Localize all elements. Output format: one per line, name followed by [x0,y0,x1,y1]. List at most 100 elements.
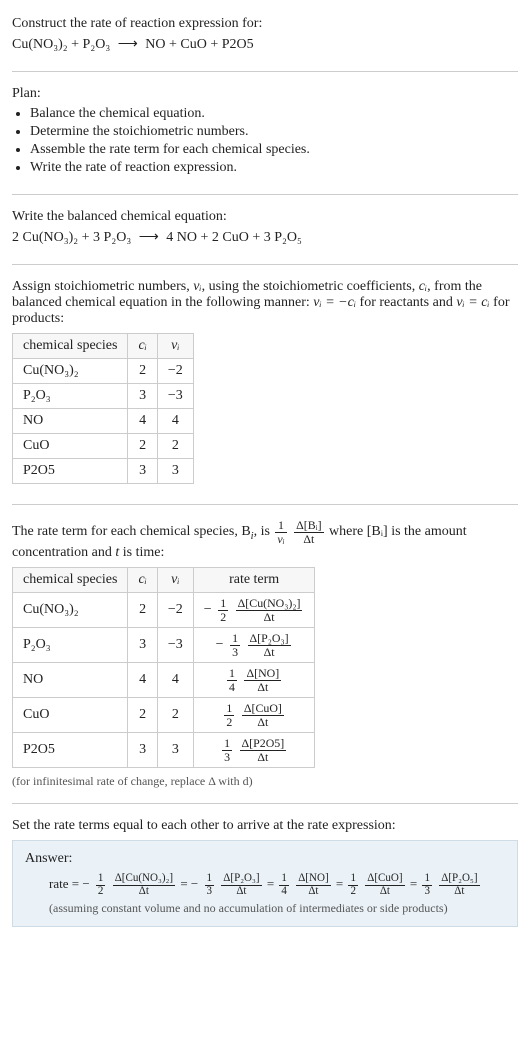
balanced-section: Write the balanced chemical equation: 2 … [12,201,518,258]
cell-c: 3 [128,459,157,484]
col-header: νᵢ [157,334,193,359]
prompt-lhs: Cu(NO₃)₂ + P₂O₃ [12,37,110,52]
table-row: P2O5 3 3 [13,459,194,484]
table-row: NO 4 4 14 Δ[NO]Δt [13,663,315,698]
frac-num: 1 [348,873,358,886]
balanced-equation: 2 Cu(NO₃)₂ + 3 P₂O₃ ⟶ 4 NO + 2 CuO + 3 P… [12,229,518,246]
table-header-row: chemical species cᵢ νᵢ rate term [13,568,315,593]
plan-item: Write the rate of reaction expression. [30,160,518,176]
frac-num: 1 [230,632,240,646]
frac-num: Δ[NO] [296,873,330,886]
cell-nu: 3 [157,733,193,768]
cell-rate: 14 Δ[NO]Δt [193,663,315,698]
cell-rate: 12 Δ[CuO]Δt [193,698,315,733]
cell-nu: 2 [157,698,193,733]
fraction: 14 [279,873,289,897]
frac-num: 1 [224,702,234,716]
frac-den: 4 [279,886,289,898]
frac-num: Δ[Cu(NO₃)₂] [113,873,175,886]
fraction: Δ[NO]Δt [244,667,281,693]
frac-den: Δt [296,886,330,898]
frac-num: Δ[CuO] [242,702,284,716]
fraction: Δ[Cu(NO₃)₂]Δt [113,873,175,897]
answer-expression: rate = − 12 Δ[Cu(NO₃)₂]Δt = − 13 Δ[P₂O₃]… [25,873,505,897]
frac-num: Δ[P₂O₅] [439,873,479,886]
fraction: Δ[P₂O₅]Δt [439,873,479,897]
frac-num: 1 [218,597,228,611]
frac-den: Δt [236,611,303,624]
cell-species: Cu(NO₃)₂ [13,593,128,628]
plan-section: Plan: Balance the chemical equation. Det… [12,78,518,188]
frac-num: 1 [275,519,286,533]
cell-rate: 13 Δ[P2O5]Δt [193,733,315,768]
text: , is [254,524,274,539]
fraction: Δ[CuO]Δt [242,702,284,728]
col-header: chemical species [13,334,128,359]
cell-nu: 4 [157,409,193,434]
frac-den: Δt [248,646,291,659]
frac-den: Δt [242,716,284,729]
frac-den: 3 [230,646,240,659]
rate-lead: rate = [49,876,82,891]
frac-num: Δ[NO] [244,667,281,681]
stoich-table: chemical species cᵢ νᵢ Cu(NO₃)₂ 2 −2 P₂O… [12,333,194,484]
frac-num: Δ[CuO] [365,873,404,886]
equals: = [336,876,347,891]
table-caption: (for infinitesimal rate of change, repla… [12,774,518,789]
cell-species: P2O5 [13,733,128,768]
cell-species: P₂O₃ [13,384,128,409]
cell-nu: −2 [157,593,193,628]
divider [12,194,518,195]
equals: = [180,876,191,891]
frac-den: 3 [205,886,215,898]
col-header: chemical species [13,568,128,593]
fraction: 13 [230,632,240,658]
cell-c: 3 [128,384,157,409]
frac-num: Δ[Bᵢ] [294,519,323,533]
plan-list: Balance the chemical equation. Determine… [30,106,518,176]
balanced-rhs: 4 NO + 2 CuO + 3 P₂O₅ [166,230,302,245]
frac-num: Δ[P2O5] [240,737,287,751]
table-row: CuO 2 2 12 Δ[CuO]Δt [13,698,315,733]
assign-section: Assign stoichiometric numbers, νᵢ, using… [12,271,518,498]
balanced-heading: Write the balanced chemical equation: [12,209,518,225]
frac-den: Δt [244,681,281,694]
assign-text: Assign stoichiometric numbers, νᵢ, using… [12,279,518,327]
fraction: Δ[P₂O₃]Δt [248,632,291,658]
fraction: 13 [205,873,215,897]
cell-nu: 4 [157,663,193,698]
cell-rate: − 13 Δ[P₂O₃]Δt [193,628,315,663]
fraction: 13 [222,737,232,763]
set-equal-section: Set the rate terms equal to each other t… [12,810,518,935]
answer-box: Answer: rate = − 12 Δ[Cu(NO₃)₂]Δt = − 13… [12,840,518,927]
col-header: cᵢ [128,568,157,593]
frac-den: Δt [294,533,323,546]
table-row: P₂O₃ 3 −3 − 13 Δ[P₂O₃]Δt [13,628,315,663]
relation: νᵢ = cᵢ [456,295,489,310]
col-header: νᵢ [157,568,193,593]
fraction: Δ[Cu(NO₃)₂]Δt [236,597,303,623]
frac-num: 1 [205,873,215,886]
cell-c: 2 [128,698,157,733]
minus-sign: − [191,876,198,891]
fraction: Δ[P₂O₃]Δt [221,873,261,897]
arrow-icon: ⟶ [135,230,163,245]
balanced-lhs: 2 Cu(NO₃)₂ + 3 P₂O₃ [12,230,131,245]
fraction: 12 [218,597,228,623]
frac-den: 2 [218,611,228,624]
cell-species: CuO [13,434,128,459]
frac-num: 1 [279,873,289,886]
cell-nu: 2 [157,434,193,459]
table-header-row: chemical species cᵢ νᵢ [13,334,194,359]
cell-c: 2 [128,434,157,459]
frac-den: 4 [227,681,237,694]
fraction: Δ[CuO]Δt [365,873,404,897]
frac-den: Δt [439,886,479,898]
cell-rate: − 12 Δ[Cu(NO₃)₂]Δt [193,593,315,628]
table-row: CuO 2 2 [13,434,194,459]
fraction: Δ[P2O5]Δt [240,737,287,763]
frac-num: Δ[P₂O₃] [221,873,261,886]
cell-species: CuO [13,698,128,733]
frac-den: 3 [222,751,232,764]
divider [12,504,518,505]
